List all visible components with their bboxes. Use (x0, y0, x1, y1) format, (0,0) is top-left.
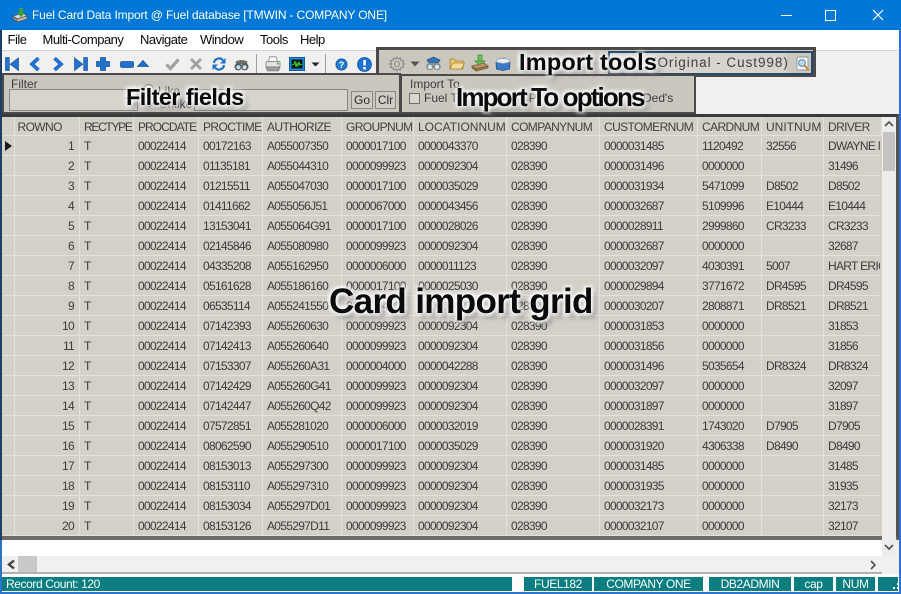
svg-text:?: ? (339, 60, 345, 70)
